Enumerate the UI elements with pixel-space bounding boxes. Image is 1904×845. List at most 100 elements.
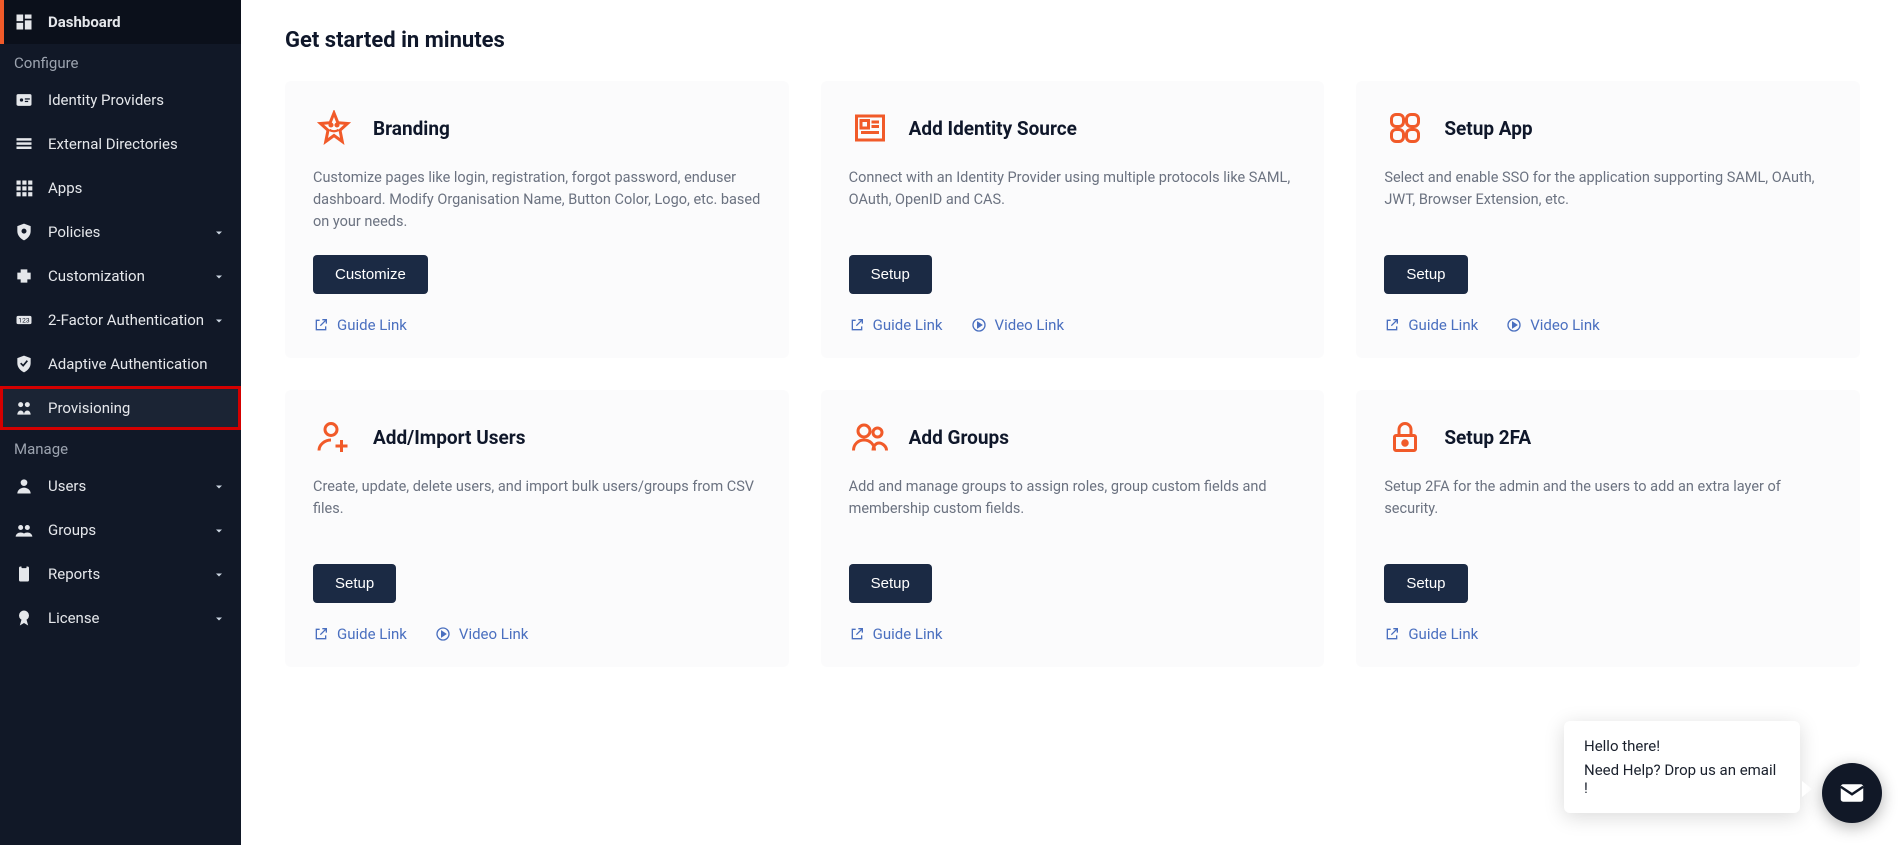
id-icon (14, 90, 34, 110)
main-content: Get started in minutes Branding Customiz… (241, 0, 1904, 845)
sidebar-item-dashboard[interactable]: Dashboard (0, 0, 241, 44)
sidebar-item-label: Provisioning (48, 399, 227, 417)
sidebar-item-groups[interactable]: Groups (0, 508, 241, 552)
chat-fab-button[interactable] (1822, 763, 1882, 823)
guide-link[interactable]: Guide Link (849, 625, 943, 643)
sidebar-item-label: Policies (48, 223, 213, 241)
grid4-icon (1384, 107, 1426, 149)
user-icon (14, 476, 34, 496)
sidebar-item-label: Customization (48, 267, 213, 285)
chevron-down-icon (213, 523, 227, 537)
sidebar-item-label: Reports (48, 565, 213, 583)
sidebar-item-reports[interactable]: Reports (0, 552, 241, 596)
sidebar-item-label: Groups (48, 521, 213, 539)
sidebar-item-label: Apps (48, 179, 227, 197)
puzzle-icon (14, 266, 34, 286)
card-setup-2fa: Setup 2FA Setup 2FA for the admin and th… (1356, 390, 1860, 667)
card-add-users: Add/Import Users Create, update, delete … (285, 390, 789, 667)
card-title: Add Groups (909, 426, 1009, 449)
news-icon (849, 107, 891, 149)
link-label: Guide Link (337, 316, 407, 334)
card-grid: Branding Customize pages like login, reg… (285, 81, 1860, 667)
card-title: Add Identity Source (909, 117, 1077, 140)
groups-icon (14, 520, 34, 540)
chevron-down-icon (213, 611, 227, 625)
chat-greeting: Hello there! (1584, 737, 1780, 755)
sidebar-item-users[interactable]: Users (0, 464, 241, 508)
sidebar-item-2fa[interactable]: 123 2-Factor Authentication (0, 298, 241, 342)
card-desc: Add and manage groups to assign roles, g… (849, 476, 1297, 542)
card-title: Setup App (1444, 117, 1532, 140)
card-setup-app: Setup App Select and enable SSO for the … (1356, 81, 1860, 358)
shield-gear-icon (14, 222, 34, 242)
open-icon (313, 317, 329, 333)
users-sync-icon (14, 398, 34, 418)
card-title: Branding (373, 117, 450, 140)
video-link[interactable]: Video Link (435, 625, 529, 643)
chevron-down-icon (213, 225, 227, 239)
open-icon (1384, 317, 1400, 333)
open-icon (313, 626, 329, 642)
chat-help-text: Need Help? Drop us an email ! (1584, 761, 1780, 797)
play-icon (1506, 317, 1522, 333)
play-icon (435, 626, 451, 642)
chevron-down-icon (213, 313, 227, 327)
card-add-groups: Add Groups Add and manage groups to assi… (821, 390, 1325, 667)
video-link[interactable]: Video Link (971, 316, 1065, 334)
sidebar-item-license[interactable]: License (0, 596, 241, 640)
card-desc: Select and enable SSO for the applicatio… (1384, 167, 1832, 233)
two-users-icon (849, 416, 891, 458)
card-desc: Connect with an Identity Provider using … (849, 167, 1297, 233)
clipboard-icon (14, 564, 34, 584)
guide-link[interactable]: Guide Link (313, 316, 407, 334)
link-label: Guide Link (873, 316, 943, 334)
setup-button[interactable]: Setup (313, 564, 396, 603)
star-icon (313, 107, 355, 149)
play-icon (971, 317, 987, 333)
guide-link[interactable]: Guide Link (1384, 316, 1478, 334)
customize-button[interactable]: Customize (313, 255, 428, 294)
apps-icon (14, 178, 34, 198)
sidebar-item-identity-providers[interactable]: Identity Providers (0, 78, 241, 122)
sidebar-item-label: External Directories (48, 135, 227, 153)
sidebar-item-label: Identity Providers (48, 91, 227, 109)
sidebar-item-label: Users (48, 477, 213, 495)
guide-link[interactable]: Guide Link (1384, 625, 1478, 643)
sidebar-item-label: License (48, 609, 213, 627)
chevron-down-icon (213, 567, 227, 581)
shield-check-icon (14, 354, 34, 374)
link-label: Video Link (1530, 316, 1600, 334)
guide-link[interactable]: Guide Link (313, 625, 407, 643)
card-desc: Setup 2FA for the admin and the users to… (1384, 476, 1832, 542)
sidebar-item-adaptive-auth[interactable]: Adaptive Authentication (0, 342, 241, 386)
sidebar-item-provisioning[interactable]: Provisioning (0, 386, 241, 430)
mail-icon (1837, 778, 1867, 808)
sidebar-item-apps[interactable]: Apps (0, 166, 241, 210)
card-branding: Branding Customize pages like login, reg… (285, 81, 789, 358)
list-icon (14, 134, 34, 154)
lock-icon (1384, 416, 1426, 458)
link-label: Video Link (995, 316, 1065, 334)
open-icon (849, 626, 865, 642)
sidebar-item-label: Dashboard (48, 13, 227, 31)
setup-button[interactable]: Setup (849, 255, 932, 294)
user-plus-icon (313, 416, 355, 458)
sidebar-section-manage: Manage (0, 430, 241, 464)
sidebar-item-policies[interactable]: Policies (0, 210, 241, 254)
setup-button[interactable]: Setup (849, 564, 932, 603)
video-link[interactable]: Video Link (1506, 316, 1600, 334)
license-icon (14, 608, 34, 628)
setup-button[interactable]: Setup (1384, 564, 1467, 603)
sidebar-item-customization[interactable]: Customization (0, 254, 241, 298)
page-title: Get started in minutes (285, 28, 1860, 53)
chat-tooltip: Hello there! Need Help? Drop us an email… (1564, 721, 1800, 813)
dashboard-icon (14, 12, 34, 32)
setup-button[interactable]: Setup (1384, 255, 1467, 294)
link-label: Guide Link (1408, 625, 1478, 643)
link-label: Guide Link (1408, 316, 1478, 334)
card-desc: Customize pages like login, registration… (313, 167, 761, 233)
sidebar: Dashboard Configure Identity Providers E… (0, 0, 241, 845)
chevron-down-icon (213, 479, 227, 493)
sidebar-item-external-directories[interactable]: External Directories (0, 122, 241, 166)
guide-link[interactable]: Guide Link (849, 316, 943, 334)
